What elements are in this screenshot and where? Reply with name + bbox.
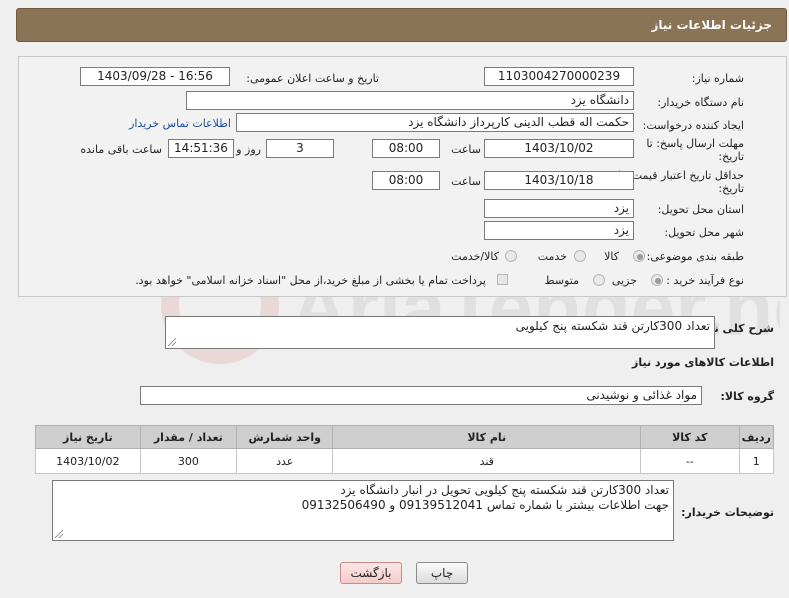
buyer-notes-line-1: تعداد 300کارتن قند شکسته پنج کیلویی تحوی…	[340, 483, 669, 497]
cell-quantity: 300	[139, 448, 238, 474]
city-label: شهر محل تحویل:	[664, 226, 744, 239]
category-radio-goods-service[interactable]	[505, 250, 517, 262]
buyer-contact-link[interactable]: اطلاعات تماس خریدار	[129, 117, 231, 130]
price-validity-time-label: ساعت	[451, 175, 481, 188]
resize-grip-icon[interactable]	[55, 530, 63, 538]
goods-table: ردیف کد کالا نام کالا واحد شمارش تعداد /…	[35, 425, 774, 474]
need-number-field[interactable]: 1103004270000239	[484, 67, 634, 86]
buyer-org-field[interactable]: دانشگاه یزد	[186, 91, 634, 110]
reply-time-field[interactable]: 08:00	[372, 139, 440, 158]
price-validity-label-date: تاریخ:	[718, 182, 744, 195]
cell-item-name: قند	[332, 448, 642, 474]
goods-group-field[interactable]: مواد غذائی و نوشیدنی	[140, 386, 702, 405]
reply-deadline-label: مهلت ارسال پاسخ: تا	[646, 137, 744, 150]
reply-time-label: ساعت	[451, 143, 481, 156]
creator-field[interactable]: حکمت اله قطب الدینی کارپرداز دانشگاه یزد	[236, 113, 634, 132]
days-remaining-field[interactable]: 3	[266, 139, 334, 158]
table-row[interactable]: 1 -- قند عدد 300 1403/10/02	[35, 448, 774, 474]
process-type-label: نوع فرآیند خرید :	[666, 274, 744, 287]
process-radio-medium[interactable]	[593, 274, 605, 286]
process-option-medium: متوسط	[544, 274, 579, 287]
announce-date-field[interactable]: 1403/09/28 - 16:56	[80, 67, 230, 86]
cell-item-code: --	[640, 448, 740, 474]
time-remaining-label: ساعت باقی مانده	[80, 143, 162, 156]
province-field[interactable]: یزد	[484, 199, 634, 218]
buyer-notes-line-2: جهت اطلاعات بیشتر با شماره تماس 09139512…	[301, 498, 669, 512]
buyer-notes-label: توضیحات خریدار:	[681, 506, 774, 519]
col-header-unit: واحد شمارش	[236, 425, 334, 449]
treasury-payment-note: پرداخت تمام یا بخشی از مبلغ خرید،از محل …	[135, 274, 486, 287]
treasury-payment-checkbox[interactable]	[497, 274, 508, 285]
city-field[interactable]: یزد	[484, 221, 634, 240]
need-description-text: تعداد 300کارتن قند شکسته پنج کیلویی	[515, 319, 710, 333]
buyer-notes-field[interactable]: تعداد 300کارتن قند شکسته پنج کیلویی تحوی…	[52, 480, 674, 541]
col-header-row-number: ردیف	[738, 425, 774, 449]
need-description-field[interactable]: تعداد 300کارتن قند شکسته پنج کیلویی	[165, 316, 715, 349]
goods-section-title: اطلاعات کالاهای مورد نیاز	[632, 356, 774, 369]
reply-date-field[interactable]: 1403/10/02	[484, 139, 634, 158]
col-header-item-name: نام کالا	[332, 425, 642, 449]
price-validity-date-field[interactable]: 1403/10/18	[484, 171, 634, 190]
category-option-service: خدمت	[537, 250, 567, 263]
page-header: جزئیات اطلاعات نیاز	[16, 8, 787, 42]
col-header-quantity: تعداد / مقدار	[139, 425, 238, 449]
cell-row-number: 1	[738, 448, 774, 474]
page-title: جزئیات اطلاعات نیاز	[651, 18, 772, 32]
resize-grip-icon[interactable]	[168, 338, 176, 346]
buyer-org-label: نام دستگاه خریدار:	[657, 96, 744, 109]
process-option-minor: جزیی	[611, 274, 637, 287]
back-button[interactable]: بازگشت	[340, 562, 402, 584]
announce-date-label: تاریخ و ساعت اعلان عمومی:	[246, 72, 379, 85]
cell-need-date: 1403/10/02	[35, 448, 141, 474]
col-header-item-code: کد کالا	[640, 425, 740, 449]
time-remaining-field[interactable]: 14:51:36	[168, 139, 234, 158]
process-radio-minor[interactable]	[651, 274, 663, 286]
reply-deadline-label-date: تاریخ:	[718, 150, 744, 163]
goods-group-label: گروه کالا:	[720, 390, 774, 403]
print-button[interactable]: چاپ	[416, 562, 468, 584]
price-validity-time-field[interactable]: 08:00	[372, 171, 440, 190]
category-radio-goods[interactable]	[633, 250, 645, 262]
category-option-goods-service: کالا/خدمت	[451, 250, 499, 263]
creator-label: ایجاد کننده درخواست:	[642, 119, 744, 132]
province-label: استان محل تحویل:	[657, 203, 744, 216]
goods-table-header: ردیف کد کالا نام کالا واحد شمارش تعداد /…	[35, 425, 774, 449]
need-number-label: شماره نیاز:	[691, 72, 744, 85]
category-radio-service[interactable]	[574, 250, 586, 262]
price-validity-label: حداقل تاریخ اعتبار قیمت: تا	[618, 169, 744, 182]
cell-unit: عدد	[236, 448, 334, 474]
col-header-need-date: تاریخ نیاز	[35, 425, 141, 449]
category-option-goods: کالا	[604, 250, 619, 263]
days-label: روز و	[236, 143, 261, 156]
category-label: طبقه بندی موضوعی:	[646, 250, 744, 263]
